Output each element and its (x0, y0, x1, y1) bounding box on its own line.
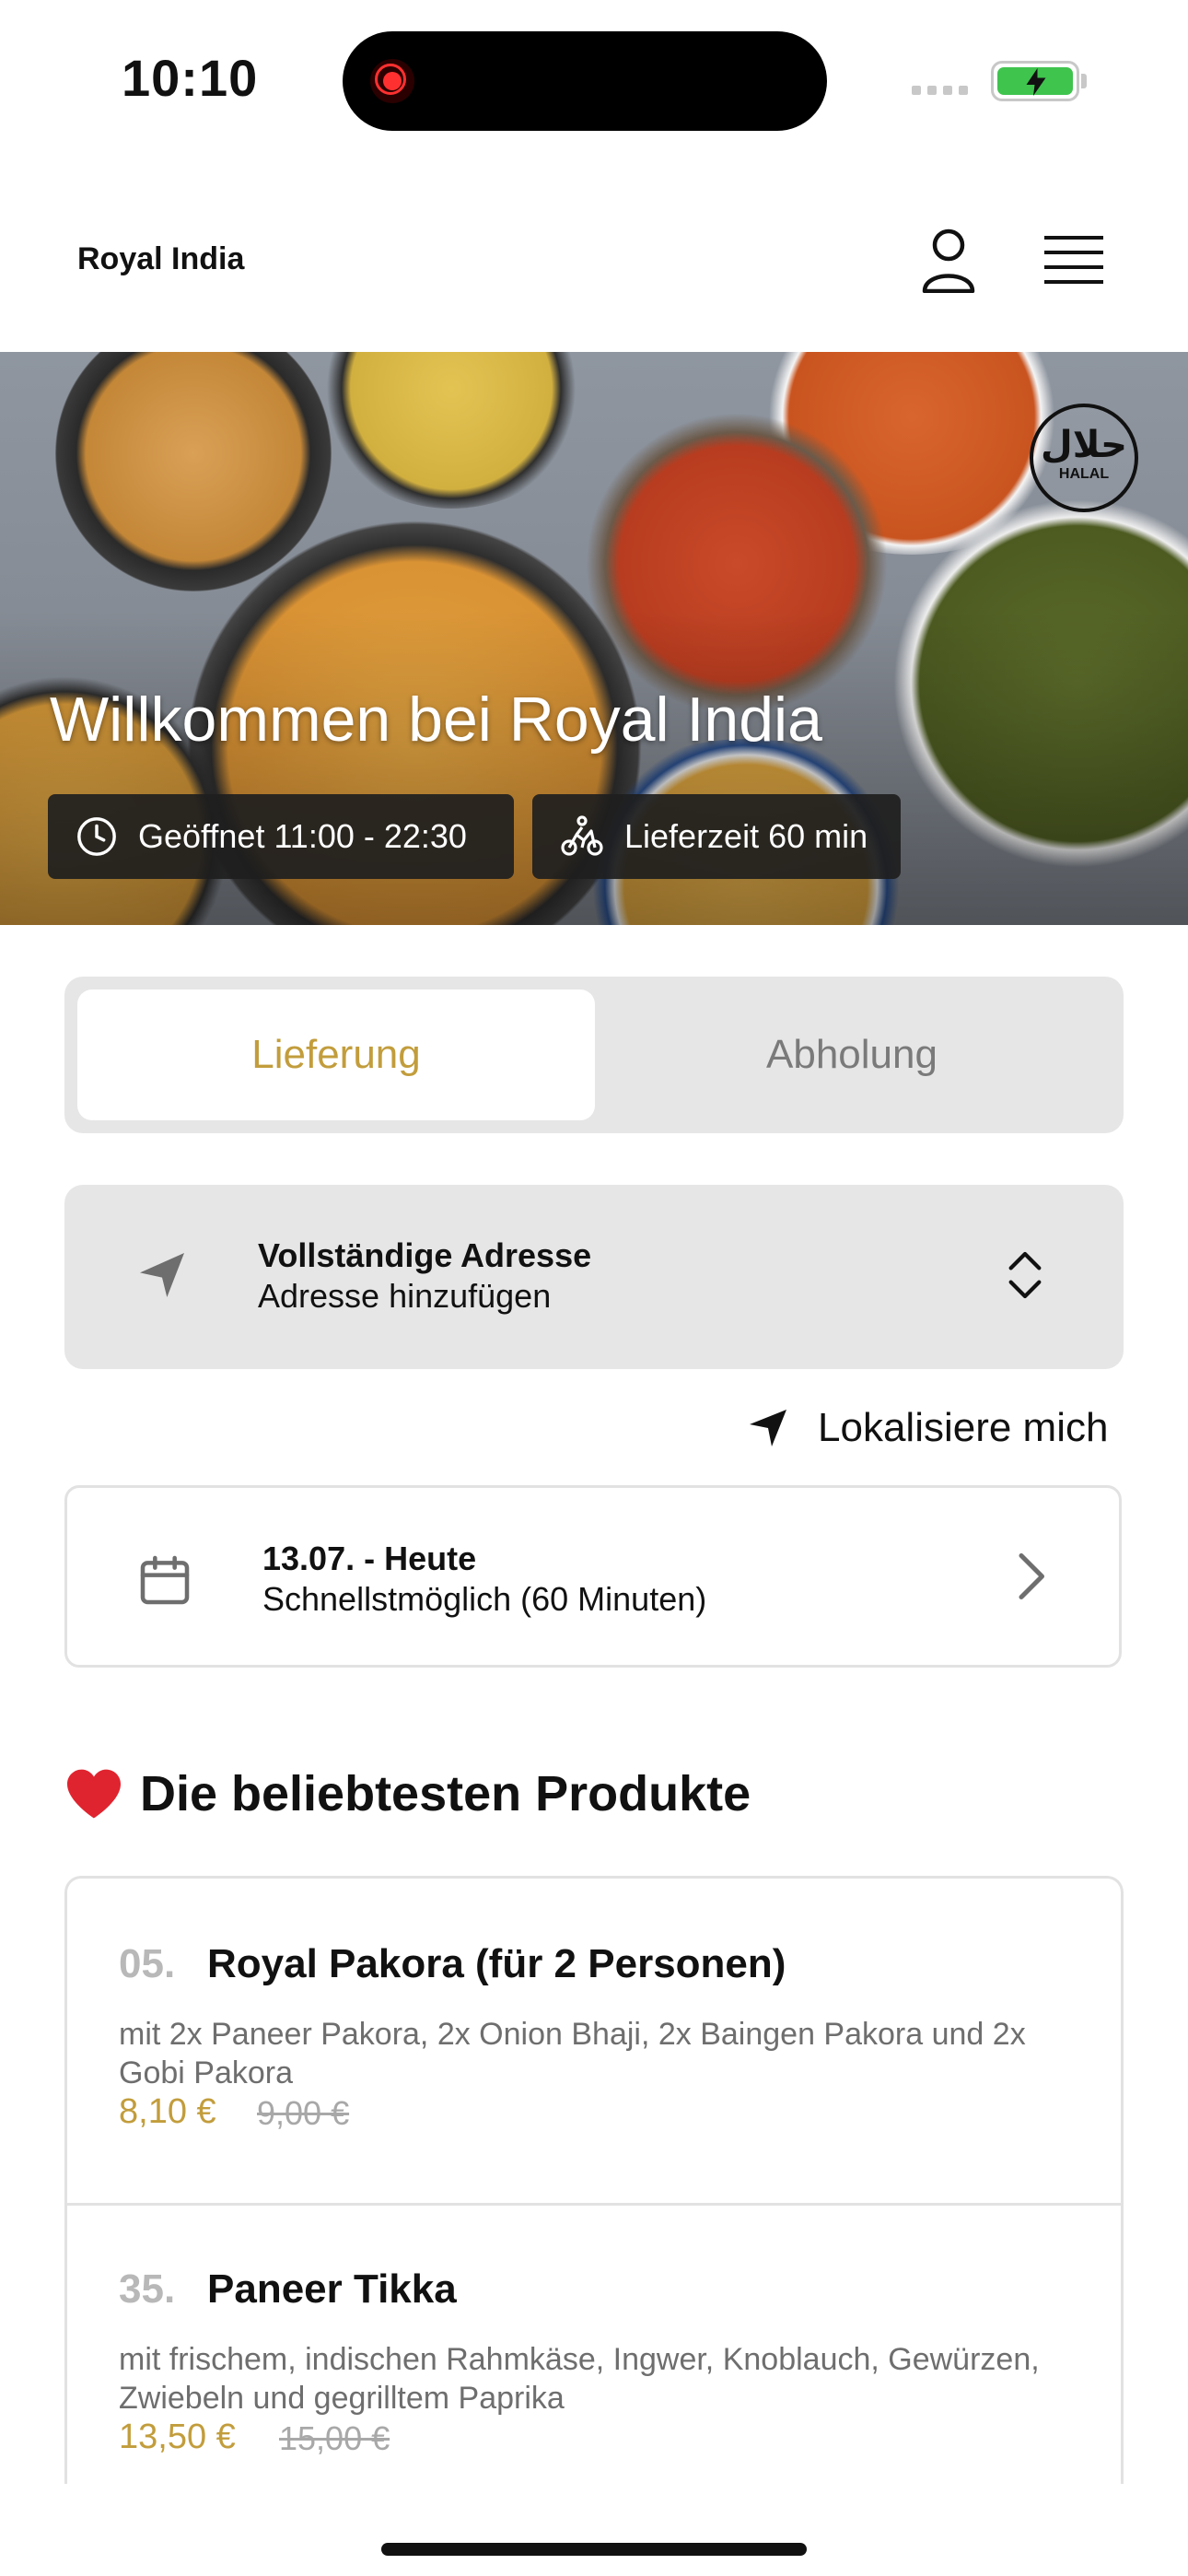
order-type-tabs: Lieferung Abholung (64, 977, 1124, 1133)
product-description: mit 2x Paneer Pakora, 2x Onion Bhaji, 2x… (119, 2017, 1026, 2090)
hero-banner: حلال HALAL Willkommen bei Royal India Ge… (0, 352, 1188, 925)
charging-bolt-icon (1026, 68, 1046, 96)
heart-icon (67, 1769, 121, 1819)
address-subtitle: Adresse hinzufügen (258, 1277, 552, 1315)
opening-hours-label: Geöffnet 11:00 - 22:30 (138, 817, 467, 855)
calendar-icon (140, 1555, 190, 1605)
hamburger-menu-icon[interactable] (1044, 234, 1103, 286)
delivery-time-label: Lieferzeit 60 min (624, 817, 868, 855)
product-description: mit frischem, indischen Rahmkäse, Ingwer… (119, 2342, 1040, 2416)
location-arrow-icon (750, 1410, 786, 1446)
status-bar: 10:10 (0, 0, 1188, 157)
product-card[interactable]: 35. Paneer Tikka mit frischem, indischen… (67, 2203, 1121, 2484)
product-price: 13,50 € (119, 2418, 236, 2456)
product-name: Royal Pakora (für 2 Personen) (207, 1941, 786, 1986)
dynamic-island (343, 31, 827, 131)
product-number: 35. (119, 2266, 176, 2312)
tab-delivery[interactable]: Lieferung (77, 989, 595, 1120)
opening-hours-chip: Geöffnet 11:00 - 22:30 (48, 794, 514, 879)
chevron-up-down-icon (1008, 1251, 1042, 1299)
status-time: 10:10 (122, 49, 259, 107)
brand-title[interactable]: Royal India (77, 241, 244, 277)
clock-icon (77, 817, 116, 856)
product-name: Paneer Tikka (207, 2266, 457, 2312)
product-old-price: 15,00 € (279, 2419, 390, 2457)
delivery-date: 13.07. - Heute (262, 1540, 477, 1577)
address-selector[interactable]: Vollständige Adresse Adresse hinzufügen (64, 1185, 1124, 1369)
halal-badge: حلال HALAL (1030, 404, 1138, 512)
locate-me-button[interactable]: Lokalisiere mich (746, 1399, 1108, 1458)
delivery-time-chip: Lieferzeit 60 min (532, 794, 901, 879)
app-header: Royal India (0, 157, 1188, 352)
delivery-time-selector[interactable]: 13.07. - Heute Schnellstmöglich (60 Minu… (64, 1485, 1122, 1668)
product-number: 05. (119, 1941, 176, 1986)
popular-products-list: 05. Royal Pakora (für 2 Personen) mit 2x… (64, 1876, 1124, 2484)
address-title: Vollständige Adresse (258, 1236, 592, 1274)
product-old-price: 9,00 € (257, 2094, 350, 2132)
delivery-slot: Schnellstmöglich (60 Minuten) (262, 1580, 707, 1618)
recording-indicator-icon (370, 59, 414, 103)
locate-me-label: Lokalisiere mich (818, 1405, 1109, 1450)
product-price: 8,10 € (119, 2092, 216, 2131)
product-card[interactable]: 05. Royal Pakora (für 2 Personen) mit 2x… (67, 1879, 1121, 2203)
battery-icon (991, 61, 1079, 101)
navigation-arrow-icon (140, 1253, 184, 1297)
profile-icon[interactable] (921, 227, 976, 293)
chevron-right-icon (1019, 1553, 1044, 1599)
tab-pickup[interactable]: Abholung (593, 989, 1111, 1120)
battery-cap (1081, 74, 1087, 88)
signal-icon (912, 83, 976, 96)
hero-title: Willkommen bei Royal India (50, 685, 822, 755)
bicycle-courier-icon (561, 815, 603, 856)
home-indicator[interactable] (381, 2543, 807, 2556)
popular-products-heading: Die beliebtesten Produkte (64, 1765, 751, 1822)
